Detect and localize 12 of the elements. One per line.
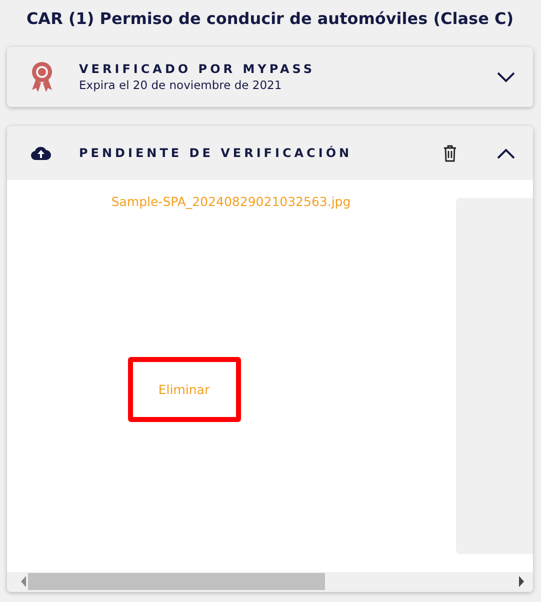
section-heading: VERIFICADO POR MYPASS <box>79 62 316 76</box>
expiry-date: Expira el 20 de noviembre de 2021 <box>79 78 283 92</box>
page-title: CAR (1) Permiso de conducir de automóviles (Clase C) <box>25 8 515 30</box>
cloud-upload-icon <box>31 146 51 160</box>
delete-button[interactable]: Eliminar <box>128 357 240 422</box>
chevron-down-icon[interactable] <box>497 72 515 82</box>
trash-icon[interactable] <box>443 144 457 162</box>
horizontal-scrollbar[interactable] <box>7 572 533 592</box>
award-icon <box>31 61 53 93</box>
section-heading: PENDIENTE DE VERIFICACIÓN <box>79 146 354 160</box>
chevron-up-icon[interactable] <box>497 148 515 158</box>
file-name: Sample-SPA_20240829021032563.jpg <box>111 194 351 209</box>
